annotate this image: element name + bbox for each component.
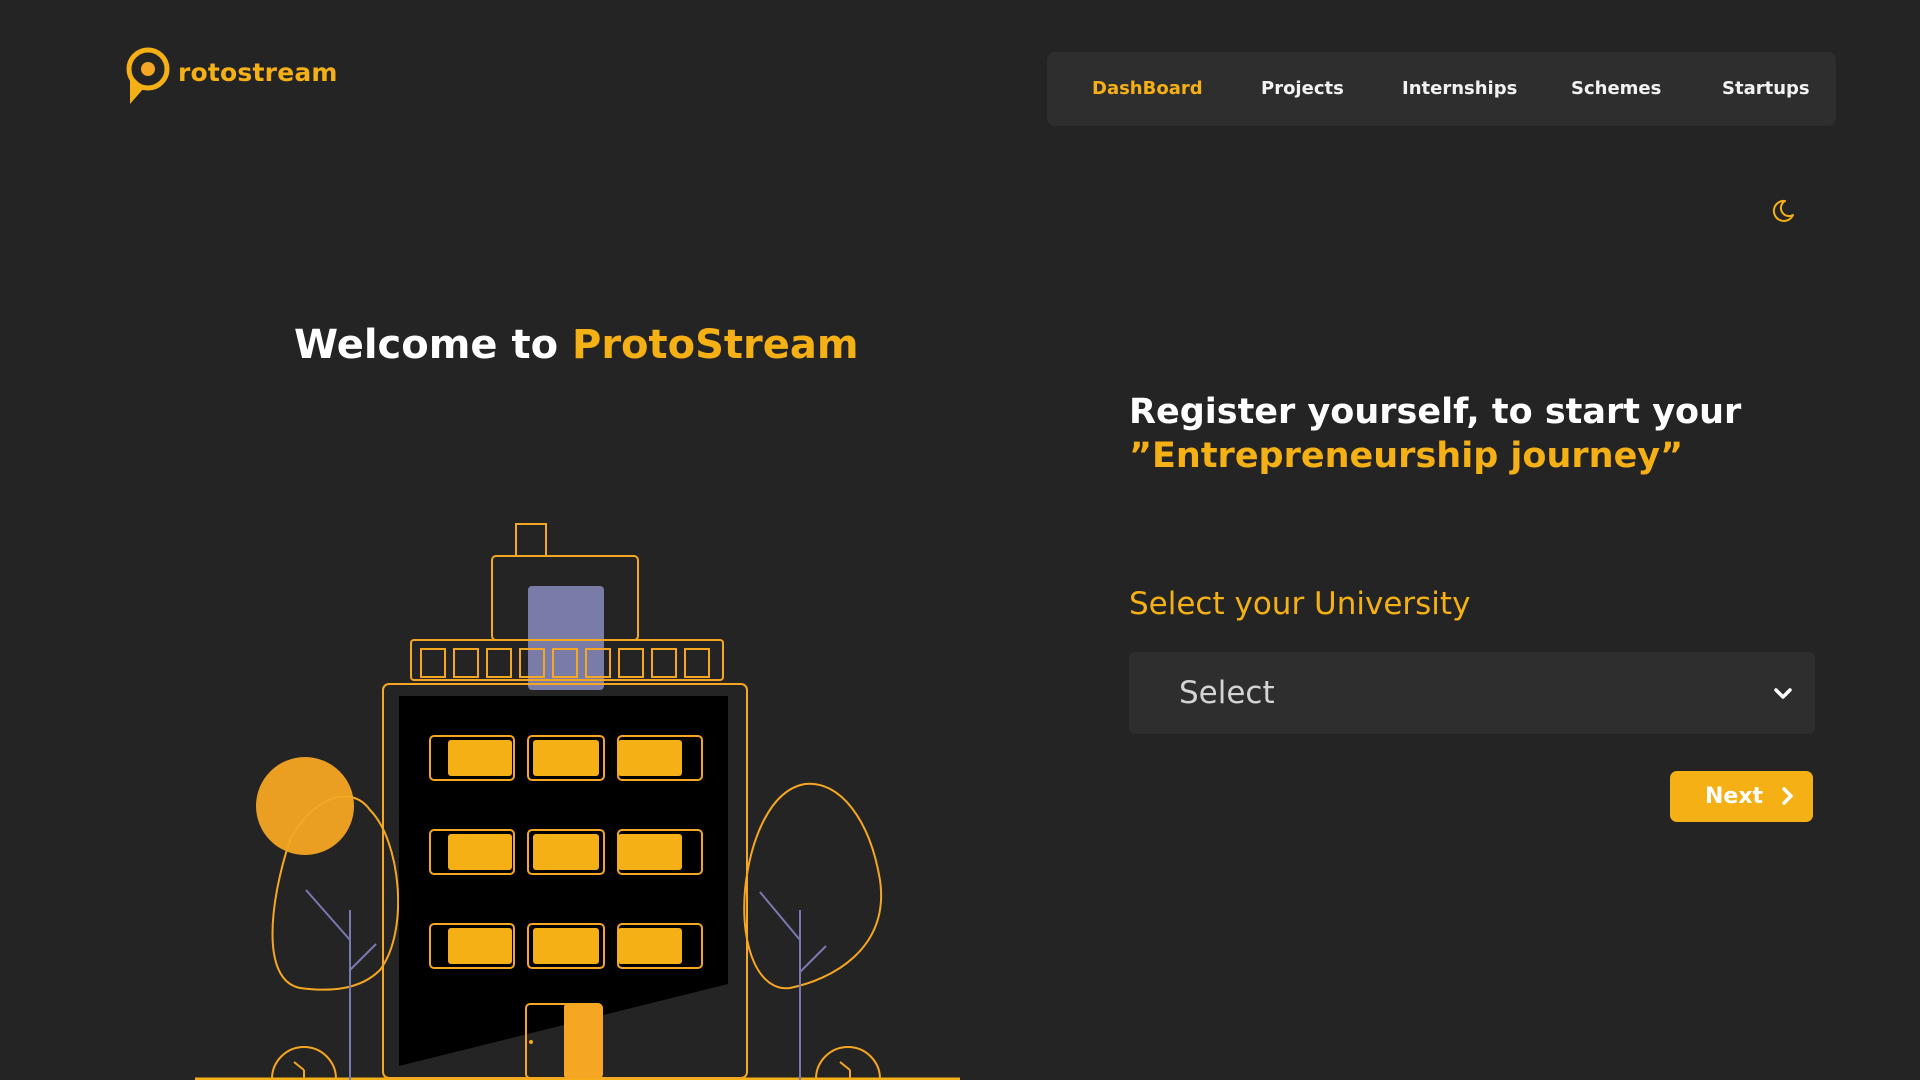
next-button-label: Next [1705, 784, 1764, 809]
nav-item-dashboard[interactable]: DashBoard [1092, 52, 1203, 126]
register-headline-line2: ”Entrepreneurship journey” [1129, 436, 1684, 476]
nav-item-projects[interactable]: Projects [1261, 52, 1344, 126]
nav-item-schemes[interactable]: Schemes [1571, 52, 1661, 126]
welcome-heading: Welcome to ProtoStream [294, 322, 859, 368]
top-nav: DashBoard Projects Internships Schemes S… [1047, 52, 1836, 126]
register-headline-line1: Register yourself, to start your [1129, 392, 1742, 432]
logo-pin-icon [124, 44, 176, 106]
welcome-brand: ProtoStream [572, 322, 859, 368]
university-select-value: Select [1179, 675, 1275, 711]
nav-item-internships[interactable]: Internships [1402, 52, 1517, 126]
chevron-down-icon [1774, 688, 1792, 699]
register-headline: Register yourself, to start your ”Entrep… [1129, 390, 1741, 478]
building-illustration [190, 510, 970, 1080]
page: rotostream DashBoard Projects Internship… [0, 0, 1920, 1080]
welcome-prefix: Welcome to [294, 322, 572, 368]
chevron-right-icon [1782, 787, 1793, 805]
theme-toggle-button[interactable] [1770, 198, 1796, 224]
university-select[interactable]: Select [1129, 652, 1815, 734]
university-select-label: Select your University [1129, 586, 1471, 622]
logo-text: rotostream [178, 57, 338, 87]
nav-item-startups[interactable]: Startups [1722, 52, 1810, 126]
next-button[interactable]: Next [1670, 771, 1813, 822]
moon-icon [1772, 199, 1794, 222]
logo[interactable]: rotostream [124, 44, 338, 106]
